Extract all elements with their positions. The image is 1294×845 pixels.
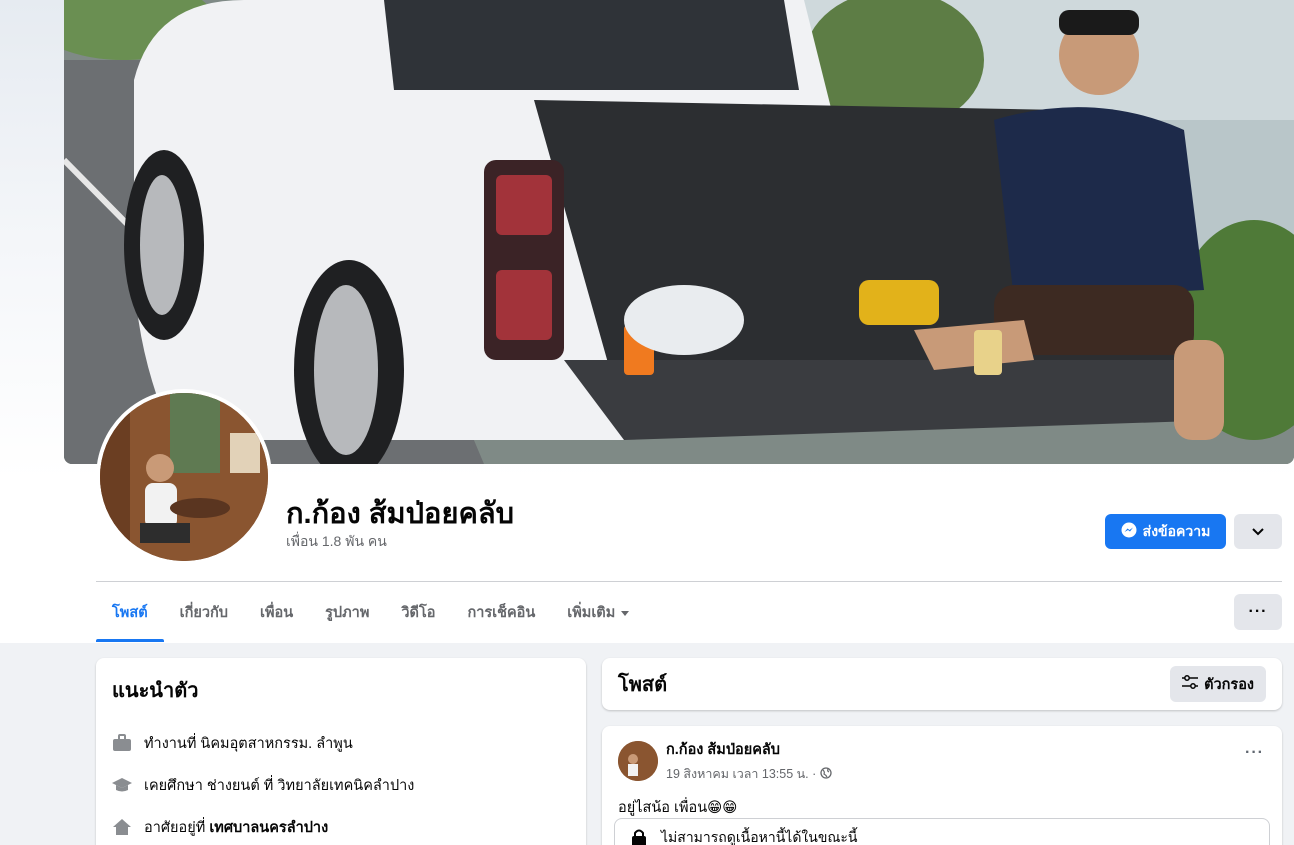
posts-header-card: โพสต์ ตัวกรอง xyxy=(602,658,1282,710)
filter-button[interactable]: ตัวกรอง xyxy=(1170,666,1266,702)
post-author-avatar[interactable] xyxy=(618,741,658,781)
avatar-image xyxy=(100,393,268,561)
lock-icon xyxy=(629,827,649,845)
profile-name: ก.ก้อง ส้มป่อยคลับ xyxy=(286,498,515,530)
post-timestamp[interactable]: 19 สิงหาคม เวลา 13:55 น. · xyxy=(666,764,816,784)
home-place-link[interactable]: เทศบาลนครลำปาง xyxy=(209,820,328,836)
messenger-icon xyxy=(1121,522,1137,541)
send-message-button[interactable]: ส่งข้อความ xyxy=(1105,514,1226,549)
send-message-label: ส่งข้อความ xyxy=(1142,522,1211,539)
briefcase-icon xyxy=(112,733,132,753)
more-dots-icon: ··· xyxy=(1248,603,1268,620)
intro-home: อาศัยอยู่ที่ เทศบาลนครลำปาง xyxy=(112,806,570,845)
intro-title: แนะนำตัว xyxy=(112,680,199,702)
profile-avatar[interactable] xyxy=(96,389,272,565)
intro-work: ทำงานที่ นิคมอุตสาหกรรม. ลำพูน xyxy=(112,722,570,764)
post-text: อยู่ไสน้อ เพื่อน😁😁 xyxy=(618,800,738,816)
tab-friends[interactable]: เพื่อน xyxy=(244,582,309,642)
friend-count[interactable]: เพื่อน 1.8 พัน คน xyxy=(286,531,387,553)
tab-checkins[interactable]: การเช็คอิน xyxy=(451,582,551,642)
profile-tabs: โพสต์ เกี่ยวกับ เพื่อน รูปภาพ วิดีโอ การ… xyxy=(96,582,645,642)
globe-icon xyxy=(820,766,832,782)
post-meta: 19 สิงหาคม เวลา 13:55 น. · xyxy=(666,764,832,784)
profile-more-options-button[interactable] xyxy=(1234,514,1282,549)
chevron-down-icon xyxy=(1252,523,1264,541)
tab-more[interactable]: เพิ่มเติม xyxy=(551,582,645,642)
graduation-cap-icon xyxy=(112,775,132,795)
caret-down-icon xyxy=(621,610,630,616)
tab-posts[interactable]: โพสต์ xyxy=(96,582,164,642)
unavailable-message: ไม่สามารถดูเนื้อหานี้ได้ในขณะนี้ xyxy=(661,829,858,845)
intro-education: เคยศึกษา ช่างยนต์ ที่ วิทยาลัยเทคนิคลำปา… xyxy=(112,764,570,806)
tab-about[interactable]: เกี่ยวกับ xyxy=(164,582,244,642)
filter-icon xyxy=(1182,675,1199,693)
post-header: ก.ก้อง ส้มป่อยคลับ 19 สิงหาคม เวลา 13:55… xyxy=(618,738,1266,784)
post-options-button[interactable]: ··· xyxy=(1245,744,1264,762)
tab-photos[interactable]: รูปภาพ xyxy=(309,582,385,642)
tab-videos[interactable]: วิดีโอ xyxy=(385,582,451,642)
intro-card: แนะนำตัว ทำงานที่ นิคมอุตสาหกรรม. ลำพูน … xyxy=(96,658,586,845)
post-card: ก.ก้อง ส้มป่อยคลับ 19 สิงหาคม เวลา 13:55… xyxy=(602,726,1282,845)
unavailable-content-box: ไม่สามารถดูเนื้อหานี้ได้ในขณะนี้ xyxy=(614,818,1270,845)
more-dots-icon: ··· xyxy=(1245,744,1264,761)
posts-title: โพสต์ xyxy=(618,674,668,696)
home-icon xyxy=(112,817,132,837)
post-author-name[interactable]: ก.ก้อง ส้มป่อยคลับ xyxy=(666,738,832,761)
tabs-more-button[interactable]: ··· xyxy=(1234,594,1282,630)
